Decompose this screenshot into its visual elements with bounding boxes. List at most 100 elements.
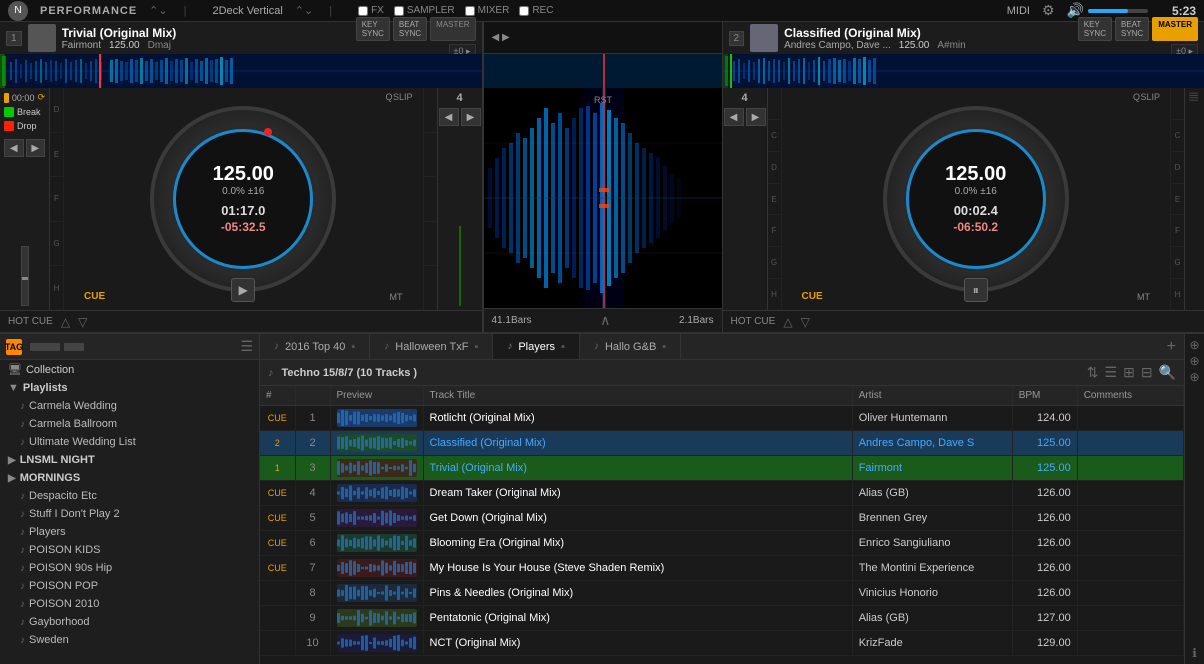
- deck1-fader[interactable]: [21, 246, 29, 306]
- deck1-platter[interactable]: 125.00 0.0% ±16 01:17.0 -05:32.5: [150, 106, 336, 292]
- sidebar-folder-mornings[interactable]: ▶ MORNINGS: [0, 469, 259, 487]
- performance-arrows[interactable]: ⌃⌄: [149, 4, 167, 17]
- deck1-loop-arrows[interactable]: ◀ ▶: [439, 108, 481, 126]
- deck2-beatsync-btn[interactable]: BEATSYNC: [1115, 17, 1149, 41]
- center-expand-icon[interactable]: ∧: [600, 312, 610, 329]
- table-row[interactable]: CUE 6 Blooming Era (Original Mix) Enrico…: [260, 531, 1184, 556]
- td-preview-1[interactable]: [330, 431, 423, 456]
- right-action-info[interactable]: ℹ: [1192, 646, 1197, 660]
- deck1-nav-left[interactable]: ◀: [4, 139, 24, 157]
- td-preview-6[interactable]: [330, 556, 423, 581]
- deck1-mt-label[interactable]: MT: [390, 292, 403, 302]
- deck2-hotcue-down[interactable]: ▽: [801, 315, 810, 329]
- deck1-hotcue-down[interactable]: ▽: [78, 315, 87, 329]
- sidebar-playlists[interactable]: ▼ Playlists: [0, 379, 259, 397]
- center-main-wave: RST: [484, 88, 722, 308]
- sidebar-item-ultimate-wedding[interactable]: ♪ Ultimate Wedding List: [0, 433, 259, 451]
- sidebar-item-players[interactable]: ♪ Players: [0, 523, 259, 541]
- sidebar-item-carmela-ballroom[interactable]: ♪ Carmela Ballroom: [0, 415, 259, 433]
- table-row[interactable]: CUE 5 Get Down (Original Mix) Brennen Gr…: [260, 506, 1184, 531]
- search-bar-mini2[interactable]: [64, 343, 84, 351]
- right-action-3[interactable]: ⊕: [1189, 370, 1199, 384]
- table-row[interactable]: 9 Pentatonic (Original Mix) Alias (GB) 1…: [260, 606, 1184, 631]
- right-action-1[interactable]: ⊕: [1189, 338, 1199, 352]
- deck1-nav-arrows[interactable]: ◀ ▶: [4, 139, 45, 157]
- sidebar-item-gayborhood[interactable]: ♪ Gayborhood: [0, 613, 259, 631]
- deck1-loop-left[interactable]: ◀: [439, 108, 459, 126]
- deck-arrows[interactable]: ⌃⌄: [295, 4, 313, 17]
- tab-close-2[interactable]: ▪: [474, 341, 478, 353]
- tab-close-4[interactable]: ▪: [662, 341, 666, 353]
- deck2-loop-left[interactable]: ◀: [724, 108, 744, 126]
- deck2-mt-label[interactable]: MT: [1137, 292, 1150, 302]
- tab-close-1[interactable]: ▪: [351, 341, 355, 353]
- td-preview-7[interactable]: [330, 581, 423, 606]
- tab-hallo-gb[interactable]: ♪ Hallo G&B ▪: [580, 334, 681, 359]
- sidebar-item-despacito[interactable]: ♪ Despacito Etc: [0, 487, 259, 505]
- deck1-beatsync-btn[interactable]: BEATSYNC: [393, 17, 427, 41]
- table-row[interactable]: CUE 1 Rotlicht (Original Mix) Oliver Hun…: [260, 406, 1184, 431]
- deck2-loop-right[interactable]: ▶: [746, 108, 766, 126]
- td-preview-0[interactable]: [330, 406, 423, 431]
- deck1-play-btn[interactable]: ▶: [231, 278, 255, 302]
- table-row[interactable]: CUE 4 Dream Taker (Original Mix) Alias (…: [260, 481, 1184, 506]
- sidebar-item-poison-kids[interactable]: ♪ POISON KIDS: [0, 541, 259, 559]
- sidebar-item-carmela-wedding[interactable]: ♪ Carmela Wedding: [0, 397, 259, 415]
- deck2-cue-btn[interactable]: CUE: [802, 291, 823, 302]
- tab-players[interactable]: ♪ Players ▪: [493, 334, 580, 359]
- list-icon[interactable]: ☰: [240, 338, 253, 355]
- album-view-icon[interactable]: ⊟: [1141, 364, 1153, 381]
- sidebar-item-poison-90s[interactable]: ♪ POISON 90s Hip: [0, 559, 259, 577]
- deck1-hotcue-up[interactable]: △: [61, 315, 70, 329]
- deck2-hotcue-up[interactable]: △: [783, 315, 792, 329]
- sidebar-item-poison-2010[interactable]: ♪ POISON 2010: [0, 595, 259, 613]
- right-action-2[interactable]: ⊕: [1189, 354, 1199, 368]
- deck1-loop-right[interactable]: ▶: [461, 108, 481, 126]
- table-row[interactable]: 8 Pins & Needles (Original Mix) Vinicius…: [260, 581, 1184, 606]
- midi-label[interactable]: MIDI: [1007, 5, 1030, 17]
- tab-halloween[interactable]: ♪ Halloween TxF ▪: [370, 334, 493, 359]
- grid-view-icon[interactable]: ⊞: [1123, 364, 1135, 381]
- tab-close-3[interactable]: ▪: [561, 341, 565, 353]
- td-preview-9[interactable]: [330, 631, 423, 656]
- td-artist-8: Alias (GB): [852, 606, 1012, 631]
- deck2-platter[interactable]: 125.00 0.0% ±16 00:02.4 -06:50.2: [883, 106, 1069, 292]
- sidebar-item-stuff[interactable]: ♪ Stuff I Don't Play 2: [0, 505, 259, 523]
- table-row[interactable]: 2 2 Classified (Original Mix) Andres Cam…: [260, 431, 1184, 456]
- deck1-cue-btn[interactable]: CUE: [84, 291, 105, 302]
- sampler-checkbox[interactable]: SAMPLER: [394, 5, 455, 16]
- td-cue-2: 1: [260, 456, 295, 481]
- td-preview-2[interactable]: [330, 456, 423, 481]
- deck1-master-btn[interactable]: MASTER: [430, 17, 475, 41]
- table-row[interactable]: 10 NCT (Original Mix) KrizFade 129.00: [260, 631, 1184, 656]
- deck1-keysync-btn[interactable]: KEYSYNC: [356, 17, 390, 41]
- deck2-master-btn[interactable]: MASTER: [1152, 17, 1198, 41]
- mixer-checkbox[interactable]: MIXER: [465, 5, 510, 16]
- sidebar-folder-lnsml[interactable]: ▶ LNSML NIGHT: [0, 451, 259, 469]
- td-preview-8[interactable]: [330, 606, 423, 631]
- sort-icon[interactable]: ⇅: [1087, 364, 1099, 381]
- deck2-keysync-btn[interactable]: KEYSYNC: [1078, 17, 1112, 41]
- tab-2016-top40[interactable]: ♪ 2016 Top 40 ▪: [260, 334, 370, 359]
- td-preview-4[interactable]: [330, 506, 423, 531]
- td-preview-3[interactable]: [330, 481, 423, 506]
- search-bar-mini[interactable]: [30, 343, 60, 351]
- add-tab-btn[interactable]: +: [1159, 338, 1184, 356]
- settings-icon[interactable]: ⚙: [1042, 2, 1055, 19]
- sidebar-item-poison-pop[interactable]: ♪ POISON POP: [0, 577, 259, 595]
- deck2-play-btn[interactable]: ⏸: [964, 278, 988, 302]
- search-icon[interactable]: 🔍: [1159, 364, 1176, 381]
- deck-layout-label[interactable]: 2Deck Vertical: [212, 5, 282, 17]
- td-preview-5[interactable]: [330, 531, 423, 556]
- sidebar-collection[interactable]: 🖥 Collection: [0, 360, 259, 379]
- deck2-bpm-display: 125.00: [945, 164, 1006, 184]
- table-row[interactable]: CUE 7 My House Is Your House (Steve Shad…: [260, 556, 1184, 581]
- deck1-nav-right[interactable]: ▶: [26, 139, 46, 157]
- list-view-icon[interactable]: ☰: [1105, 364, 1118, 381]
- sidebar-view-icons[interactable]: ☰: [240, 338, 253, 355]
- sidebar-item-sweden[interactable]: ♪ Sweden: [0, 631, 259, 649]
- fx-checkbox[interactable]: FX: [358, 5, 384, 16]
- table-row[interactable]: 1 3 Trivial (Original Mix) Fairmont 125.…: [260, 456, 1184, 481]
- deck2-loop-arrows[interactable]: ◀ ▶: [724, 108, 766, 126]
- rec-checkbox[interactable]: REC: [519, 5, 553, 16]
